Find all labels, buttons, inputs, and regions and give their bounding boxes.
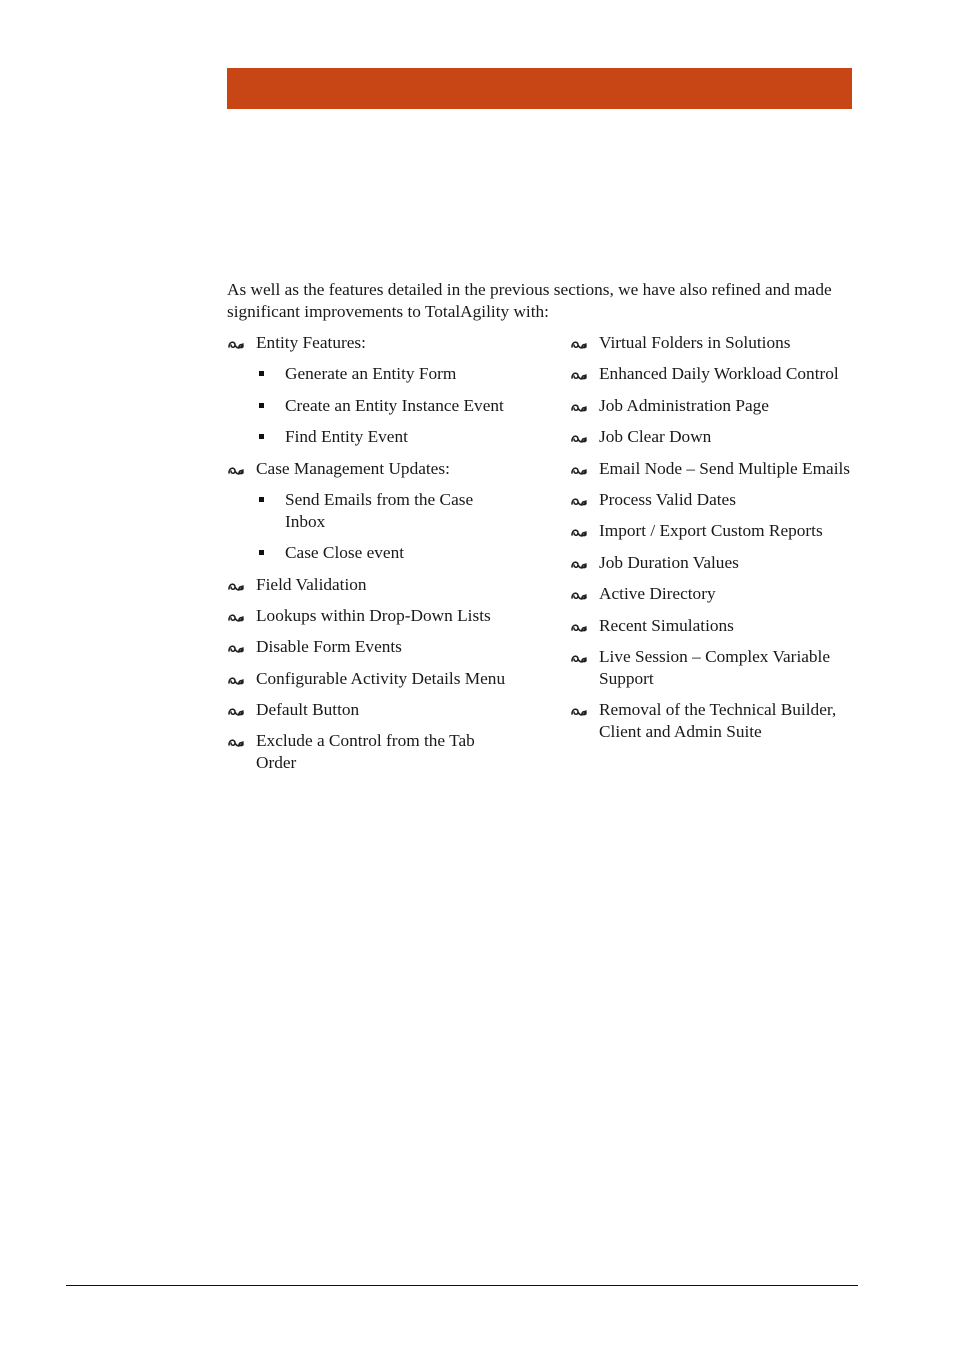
feature-label: Exclude a Control from the Tab Order (256, 731, 475, 773)
ornament-bullet-icon (570, 703, 588, 717)
ornament-bullet-icon (227, 462, 245, 476)
ornament-bullet-icon (570, 367, 588, 381)
right-feature-column: Virtual Folders in Solutions Enhanced Dai… (570, 332, 860, 752)
feature-label: Virtual Folders in Solutions (599, 333, 791, 352)
ornament-bullet-icon (570, 587, 588, 601)
feature-list-item: Lookups within Drop-Down Lists (227, 605, 517, 627)
feature-list-item: Active Directory (570, 583, 860, 605)
feature-label: Field Validation (256, 574, 367, 594)
feature-list-item: Recent Simulations (570, 615, 860, 637)
feature-label: Process Valid Dates (599, 489, 736, 509)
feature-label: Configurable Activity Details Menu (256, 668, 506, 688)
sub-feature-item: Find Entity Event (256, 426, 517, 448)
square-bullet-icon (259, 550, 264, 556)
ornament-bullet-icon (570, 493, 588, 507)
feature-list-item: Job Duration Values (570, 552, 860, 574)
feature-list-item: Job Clear Down (570, 426, 860, 448)
square-bullet-icon (259, 496, 264, 502)
right-feature-list: Virtual Folders in Solutions Enhanced Dai… (570, 332, 860, 743)
feature-label: Disable Form Events (256, 637, 402, 657)
square-bullet-icon (259, 434, 264, 440)
ornament-bullet-icon (570, 556, 588, 570)
sub-feature-item: Create an Entity Instance Event (256, 395, 517, 417)
ornament-bullet-icon (227, 578, 245, 592)
feature-label: Job Administration Page (599, 395, 769, 415)
ornament-bullet-icon (227, 734, 245, 748)
feature-label: Removal of the Technical Builder, Client… (599, 700, 837, 741)
sub-feature-label: Create an Entity Instance Event (285, 395, 504, 415)
sub-feature-item: Send Emails from the Case Inbox (256, 489, 517, 533)
ornament-bullet-icon (227, 609, 245, 623)
feature-label: Job Clear Down (599, 427, 712, 447)
footer-rule (66, 1285, 858, 1286)
ornament-bullet-icon (227, 672, 245, 686)
feature-list-item: Disable Form Events (227, 636, 517, 658)
ornament-bullet-icon (227, 336, 245, 350)
feature-list-item: Process Valid Dates (570, 489, 860, 511)
feature-list-item: Enhanced Daily Workload Control (570, 363, 860, 385)
feature-list-item: Virtual Folders in Solutions (570, 332, 860, 354)
feature-list-item: Exclude a Control from the Tab Order (227, 730, 517, 774)
sub-feature-list: Send Emails from the Case Inbox Case Clos… (256, 489, 517, 564)
left-feature-list: Entity Features: Generate an Entity Form C… (227, 332, 517, 774)
feature-label: Live Session – Complex Variable Support (599, 646, 831, 688)
feature-list-item: Job Administration Page (570, 395, 860, 417)
feature-list-item: Default Button (227, 699, 517, 721)
square-bullet-icon (259, 402, 264, 408)
ornament-bullet-icon (227, 640, 245, 654)
feature-list-item: Field Validation (227, 574, 517, 596)
ornament-bullet-icon (227, 703, 245, 717)
ornament-bullet-icon (570, 650, 588, 664)
ornament-bullet-icon (570, 462, 588, 476)
sub-feature-label: Send Emails from the Case Inbox (285, 489, 474, 531)
sub-feature-item: Case Close event (256, 542, 517, 564)
sub-feature-label: Generate an Entity Form (285, 364, 457, 384)
ornament-bullet-icon (570, 399, 588, 413)
intro-paragraph: As well as the features detailed in the … (227, 280, 832, 321)
feature-list-item: Live Session – Complex Variable Support (570, 646, 860, 690)
sub-feature-label: Case Close event (285, 543, 405, 563)
feature-label: Recent Simulations (599, 615, 734, 635)
feature-list-item: Entity Features: Generate an Entity Form C… (227, 332, 517, 448)
square-bullet-icon (259, 371, 264, 377)
feature-label: Case Management Updates: (256, 458, 450, 478)
left-feature-column: Entity Features: Generate an Entity Form C… (227, 332, 517, 784)
feature-label: Active Directory (599, 584, 716, 604)
feature-label: Job Duration Values (599, 552, 739, 572)
feature-list-item: Email Node – Send Multiple Emails (570, 458, 860, 480)
feature-label: Email Node – Send Multiple Emails (599, 458, 851, 478)
feature-list-item: Case Management Updates: Send Emails from… (227, 458, 517, 564)
feature-list-item: Import / Export Custom Reports (570, 520, 860, 542)
sub-feature-list: Generate an Entity Form Create an Entity … (256, 363, 517, 448)
ornament-bullet-icon (570, 430, 588, 444)
sub-feature-item: Generate an Entity Form (256, 363, 517, 385)
feature-label: Enhanced Daily Workload Control (599, 364, 839, 384)
sub-feature-label: Find Entity Event (285, 427, 408, 447)
feature-label: Import / Export Custom Reports (599, 521, 823, 541)
feature-list-item: Removal of the Technical Builder, Client… (570, 699, 860, 743)
section-header-banner (227, 68, 852, 109)
feature-list-item: Configurable Activity Details Menu (227, 668, 517, 690)
ornament-bullet-icon (570, 619, 588, 633)
feature-label: Lookups within Drop-Down Lists (256, 605, 491, 625)
feature-label: Default Button (256, 700, 360, 720)
ornament-bullet-icon (570, 524, 588, 538)
ornament-bullet-icon (570, 336, 588, 350)
feature-label: Entity Features: (256, 333, 366, 352)
